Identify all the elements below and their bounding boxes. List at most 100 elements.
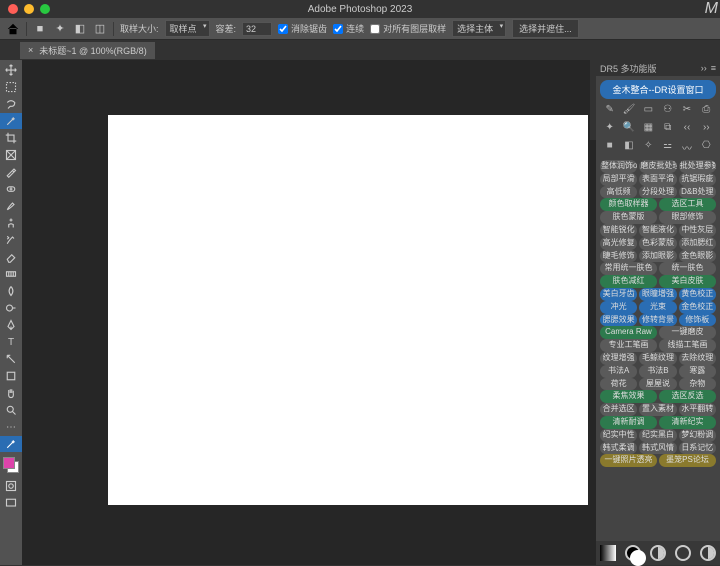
action-btn-6-2[interactable]: 添加腮红: [679, 237, 716, 250]
collapse-icon[interactable]: ››: [701, 63, 707, 73]
action-btn-5-1[interactable]: 智能液化: [639, 224, 676, 237]
action-btn-13-2[interactable]: 一键磨皮: [659, 326, 716, 339]
prev-icon[interactable]: ‹‹: [680, 122, 694, 133]
canvas[interactable]: [108, 115, 588, 505]
action-btn-23-2[interactable]: 墨笼PS论坛: [659, 454, 716, 467]
select-mask-button[interactable]: 选择并遮住...: [512, 19, 579, 38]
action-btn-11-2[interactable]: 金色校正: [679, 301, 716, 314]
magic-wand-tool-icon[interactable]: [0, 113, 22, 129]
eyedropper-icon[interactable]: ✎: [603, 104, 617, 115]
action-btn-2-2[interactable]: D&B处理: [679, 186, 716, 199]
wand-icon[interactable]: ✦: [53, 22, 67, 36]
healing-tool-icon[interactable]: [0, 181, 22, 197]
action-btn-19-1[interactable]: 置入素材: [639, 403, 676, 416]
action-btn-21-2[interactable]: 梦幻粉调: [679, 429, 716, 442]
contiguous-checkbox[interactable]: 连续: [333, 22, 364, 35]
frame-tool-icon[interactable]: [0, 147, 22, 163]
action-btn-6-1[interactable]: 色彩蒙版: [639, 237, 676, 250]
gradient-icon[interactable]: ◧: [622, 140, 636, 155]
edit-toolbar-icon[interactable]: [0, 436, 22, 452]
search-icon[interactable]: 🔍: [622, 122, 636, 133]
action-btn-19-2[interactable]: 水平翻转: [679, 403, 716, 416]
action-btn-14-0[interactable]: 专业工笔画: [600, 339, 657, 352]
action-btn-0-2[interactable]: 批处理参数: [679, 160, 716, 173]
wand-small-icon[interactable]: ✦: [603, 122, 617, 133]
screenmode-icon[interactable]: [0, 495, 22, 511]
action-btn-3-2[interactable]: 选区工具: [659, 198, 716, 211]
action-btn-22-2[interactable]: 日系记忆: [679, 442, 716, 455]
action-btn-12-2[interactable]: 修饰板: [679, 314, 716, 327]
next-icon[interactable]: ››: [699, 122, 713, 133]
panel-header[interactable]: DR5 多功能版 ››≡: [596, 60, 720, 76]
tolerance-input[interactable]: [242, 22, 272, 36]
action-btn-0-1[interactable]: 磨皮批处理: [639, 160, 676, 173]
action-btn-7-0[interactable]: 睫毛修饰: [600, 250, 637, 263]
all-layers-checkbox[interactable]: 对所有图层取样: [370, 22, 446, 35]
minimize-window-icon[interactable]: [24, 4, 34, 14]
shape-tool-icon[interactable]: [0, 368, 22, 384]
action-btn-7-1[interactable]: 添加眼影: [639, 250, 676, 263]
action-btn-6-0[interactable]: 高光修复: [600, 237, 637, 250]
eraser-tool-icon[interactable]: [0, 249, 22, 265]
action-btn-9-2[interactable]: 美白皮肤: [659, 275, 716, 288]
curves-icon[interactable]: 〰: [680, 140, 694, 155]
dodge-tool-icon[interactable]: [0, 300, 22, 316]
action-btn-10-0[interactable]: 美白牙齿: [600, 288, 637, 301]
tool-preset-icon[interactable]: ■: [33, 22, 47, 36]
action-btn-17-1[interactable]: 屋屋说: [639, 378, 676, 391]
action-btn-5-2[interactable]: 中性灰层: [679, 224, 716, 237]
person-icon[interactable]: ⚇: [661, 104, 675, 115]
grid-icon[interactable]: ▦: [641, 122, 655, 133]
action-btn-1-2[interactable]: 抗锯瑕疵: [679, 173, 716, 186]
action-btn-10-2[interactable]: 黄色校正: [679, 288, 716, 301]
grad-preview-icon[interactable]: [600, 545, 616, 561]
action-btn-8-2[interactable]: 统一肤色: [659, 262, 716, 275]
action-btn-21-0[interactable]: 纪实中性: [600, 429, 637, 442]
color-swatch[interactable]: [3, 457, 19, 473]
circle-icon[interactable]: [675, 545, 691, 561]
select-subject-dropdown[interactable]: 选择主体: [452, 20, 506, 37]
fill-icon[interactable]: ■: [603, 140, 617, 155]
move-tool-icon[interactable]: [0, 62, 22, 78]
action-btn-16-0[interactable]: 书法A: [600, 365, 637, 378]
levels-icon[interactable]: ⚍: [661, 140, 675, 155]
antialias-checkbox[interactable]: 消除锯齿: [278, 22, 327, 35]
action-btn-23-0[interactable]: 一键照片透亮: [600, 454, 657, 467]
brush-icon[interactable]: 🖌: [622, 104, 636, 115]
contrast-icon[interactable]: [700, 545, 716, 561]
add-sel-icon[interactable]: ◫: [93, 22, 107, 36]
action-btn-17-0[interactable]: 荷花: [600, 378, 637, 391]
action-btn-15-2[interactable]: 去除纹理: [679, 352, 716, 365]
action-btn-14-2[interactable]: 线描工笔画: [659, 339, 716, 352]
action-btn-7-2[interactable]: 金色眼影: [679, 250, 716, 263]
action-btn-22-1[interactable]: 韩式风情: [639, 442, 676, 455]
type-tool-icon[interactable]: T: [0, 334, 22, 350]
history-brush-icon[interactable]: [0, 232, 22, 248]
pen-tool-icon[interactable]: [0, 317, 22, 333]
clone-tool-icon[interactable]: [0, 215, 22, 231]
action-btn-1-0[interactable]: 局部平滑: [600, 173, 637, 186]
action-btn-20-2[interactable]: 清新纪实: [659, 416, 716, 429]
action-btn-12-0[interactable]: 腮腮效果: [600, 314, 637, 327]
action-btn-19-0[interactable]: 合并选区: [600, 403, 637, 416]
action-btn-15-0[interactable]: 纹理增强: [600, 352, 637, 365]
half-circle-icon[interactable]: [650, 545, 666, 561]
eyedropper-tool-icon[interactable]: [0, 164, 22, 180]
gradient-tool-icon[interactable]: [0, 266, 22, 282]
action-btn-10-1[interactable]: 眼瞳增强: [639, 288, 676, 301]
action-btn-5-0[interactable]: 智能锐化: [600, 224, 637, 237]
action-btn-20-0[interactable]: 清新耐调: [600, 416, 657, 429]
action-btn-18-0[interactable]: 柔焦效果: [600, 390, 657, 403]
action-btn-0-0[interactable]: 整体润饰on: [600, 160, 637, 173]
sample-select[interactable]: 取样点: [165, 20, 210, 37]
mask-icon[interactable]: ▭: [641, 104, 655, 115]
lasso-tool-icon[interactable]: [0, 96, 22, 112]
crop-tool-icon[interactable]: [0, 130, 22, 146]
action-btn-1-1[interactable]: 表面平滑: [639, 173, 676, 186]
action-btn-16-2[interactable]: 寒露: [679, 365, 716, 378]
brush-tool-icon[interactable]: [0, 198, 22, 214]
ellipsis-icon[interactable]: ⋯: [0, 419, 22, 435]
path-tool-icon[interactable]: [0, 351, 22, 367]
action-btn-4-0[interactable]: 肤色蒙版: [600, 211, 657, 224]
dr-settings-button[interactable]: 金木整合--DR设置窗口: [600, 80, 716, 99]
